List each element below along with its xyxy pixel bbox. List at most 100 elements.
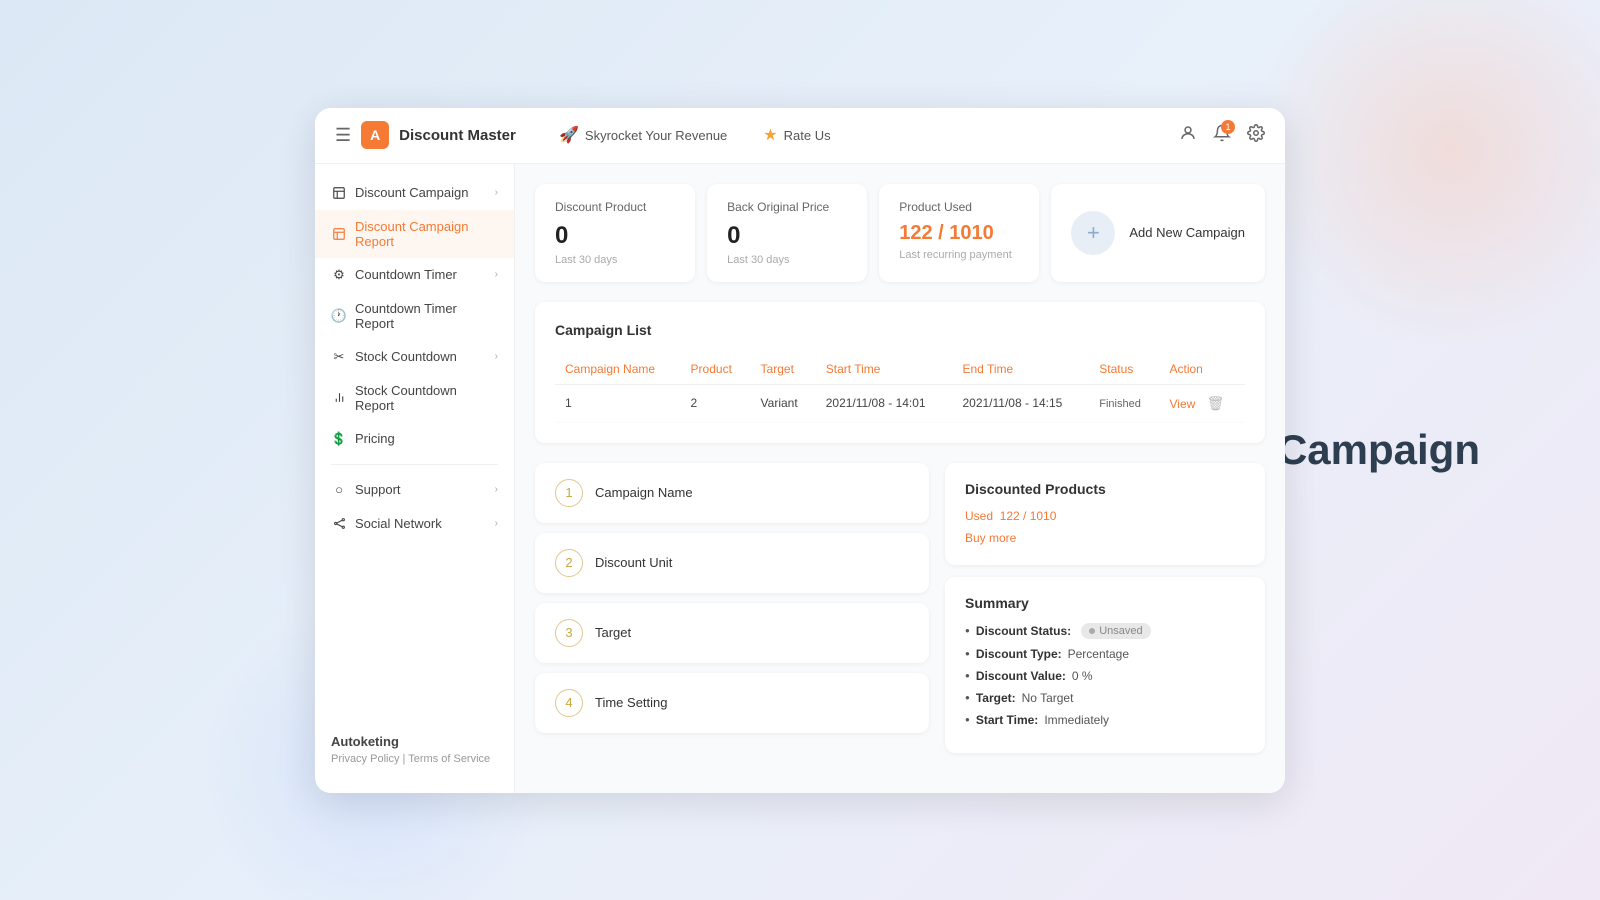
step-label: Time Setting [595,695,668,710]
step-label: Target [595,625,631,640]
form-steps: 1 Campaign Name 2 Discount Unit 3 Target… [535,463,929,753]
profile-button[interactable] [1179,124,1197,147]
discounted-products-title: Discounted Products [965,481,1245,497]
step-number: 2 [555,549,583,577]
sidebar-footer: Autoketing Privacy Policy | Terms of Ser… [315,718,514,781]
app-title: Discount Master [399,127,516,144]
form-step-3[interactable]: 3 Target [535,603,929,663]
nav-rate-us-label: Rate Us [784,128,831,143]
unsaved-dot [1089,628,1095,634]
sidebar-item-stock-countdown-report-label: Stock Countdown Report [355,383,498,413]
sidebar-item-discount-campaign-report[interactable]: Discount Campaign Report [315,210,514,258]
summary-item: Discount Type: Percentage [965,647,1245,661]
terms-link[interactable]: Terms of Service [408,753,490,765]
col-product: Product [681,354,751,385]
step-number: 4 [555,689,583,717]
chevron-icon-3: › [495,351,498,362]
privacy-policy-link[interactable]: Privacy Policy [331,753,399,765]
sidebar-item-stock-countdown[interactable]: ✂ Stock Countdown › [315,340,514,374]
notification-button[interactable]: 1 [1213,124,1231,147]
sidebar-item-countdown-timer-report[interactable]: 🕐 Countdown Timer Report [315,292,514,340]
step-label: Discount Unit [595,555,672,570]
summary-item: Target: No Target [965,691,1245,705]
settings-button[interactable] [1247,124,1265,147]
col-target: Target [751,354,816,385]
discount-product-label: Discount Product [555,200,675,214]
main-layout: Discount Campaign › Discount Campaign Re… [315,164,1285,793]
stock-countdown-report-icon [331,390,347,406]
discount-campaign-icon [331,185,347,201]
step-number: 3 [555,619,583,647]
chevron-icon: › [495,187,498,198]
chevron-icon-5: › [495,518,498,529]
nav-skyrocket[interactable]: 🚀 Skyrocket Your Revenue [551,121,735,149]
social-network-icon [331,516,347,532]
buy-more-link[interactable]: Buy more [965,531,1016,545]
stat-card-discount-product: Discount Product 0 Last 30 days [535,184,695,282]
nav-rate-us[interactable]: ★ Rate Us [755,121,838,149]
campaign-list-card: Campaign List Campaign Name Product Targ… [535,302,1265,443]
form-section: 1 Campaign Name 2 Discount Unit 3 Target… [535,463,1265,753]
campaign-list-title: Campaign List [555,322,1245,338]
view-action-button[interactable]: View [1169,397,1195,411]
summary-list: Discount Status: Unsaved Discount Type: P… [965,623,1245,727]
main-content: Discount Product 0 Last 30 days Back Ori… [515,164,1285,793]
col-action: Action [1159,354,1245,385]
form-sidebar: Discounted Products Used 122 / 1010 Buy … [945,463,1265,753]
sidebar-divider [331,464,498,465]
add-campaign-button[interactable]: + [1071,211,1115,255]
unsaved-badge: Unsaved [1081,623,1150,639]
stat-card-back-original-price: Back Original Price 0 Last 30 days [707,184,867,282]
back-original-price-value: 0 [727,222,847,250]
discount-product-sublabel: Last 30 days [555,254,675,266]
summary-item: Start Time: Immediately [965,713,1245,727]
sidebar-item-countdown-timer-label: Countdown Timer [355,267,457,282]
sidebar-brand: Autoketing [331,734,498,749]
step-label: Campaign Name [595,485,693,500]
sidebar-item-countdown-timer[interactable]: ⚙ Countdown Timer › [315,258,514,292]
sidebar-item-support[interactable]: ○ Support › [315,473,514,507]
sidebar-item-social-network[interactable]: Social Network › [315,507,514,541]
header-left: ☰ A Discount Master [335,121,535,149]
summary-item: Discount Value: 0 % [965,669,1245,683]
col-status: Status [1089,354,1159,385]
delete-action-button[interactable]: 🗑 [1207,395,1225,411]
summary-item: Discount Status: Unsaved [965,623,1245,639]
sidebar: Discount Campaign › Discount Campaign Re… [315,164,515,793]
sidebar-links: Privacy Policy | Terms of Service [331,753,498,765]
col-start-time: Start Time [816,354,953,385]
chevron-icon-2: › [495,269,498,280]
notification-badge: 1 [1221,120,1235,134]
hamburger-icon[interactable]: ☰ [335,125,351,146]
step-number: 1 [555,479,583,507]
header-nav: 🚀 Skyrocket Your Revenue ★ Rate Us [551,121,1163,149]
discount-product-value: 0 [555,222,675,250]
rocket-icon: 🚀 [559,125,579,145]
sidebar-item-stock-countdown-report[interactable]: Stock Countdown Report [315,374,514,422]
form-step-2[interactable]: 2 Discount Unit [535,533,929,593]
form-step-1[interactable]: 1 Campaign Name [535,463,929,523]
form-step-4[interactable]: 4 Time Setting [535,673,929,733]
logo-icon: A [361,121,389,149]
stat-card-product-used: Product Used 122 / 1010 Last recurring p… [879,184,1039,282]
back-original-price-label: Back Original Price [727,200,847,214]
stats-row: Discount Product 0 Last 30 days Back Ori… [535,184,1265,282]
sidebar-item-discount-campaign-report-label: Discount Campaign Report [355,219,498,249]
product-used-label: Product Used [899,200,1019,214]
sidebar-item-discount-campaign-label: Discount Campaign [355,185,468,200]
sidebar-item-support-label: Support [355,482,401,497]
sidebar-item-stock-countdown-label: Stock Countdown [355,349,457,364]
chevron-icon-4: › [495,484,498,495]
table-row: 1 2 Variant 2021/11/08 - 14:01 2021/11/0… [555,384,1245,422]
add-campaign-label: Add New Campaign [1129,225,1245,240]
sidebar-item-discount-campaign[interactable]: Discount Campaign › [315,176,514,210]
discounted-products-used: Used 122 / 1010 [965,509,1245,523]
star-icon: ★ [763,125,777,145]
support-icon: ○ [331,482,347,498]
sidebar-item-pricing[interactable]: 💲 Pricing [315,422,514,456]
product-used-value: 122 / 1010 [899,222,1019,245]
summary-card: Summary Discount Status: UnsavedDiscount… [945,577,1265,753]
col-campaign-name: Campaign Name [555,354,681,385]
pricing-icon: 💲 [331,431,347,447]
add-campaign-card[interactable]: + Add New Campaign [1051,184,1265,282]
